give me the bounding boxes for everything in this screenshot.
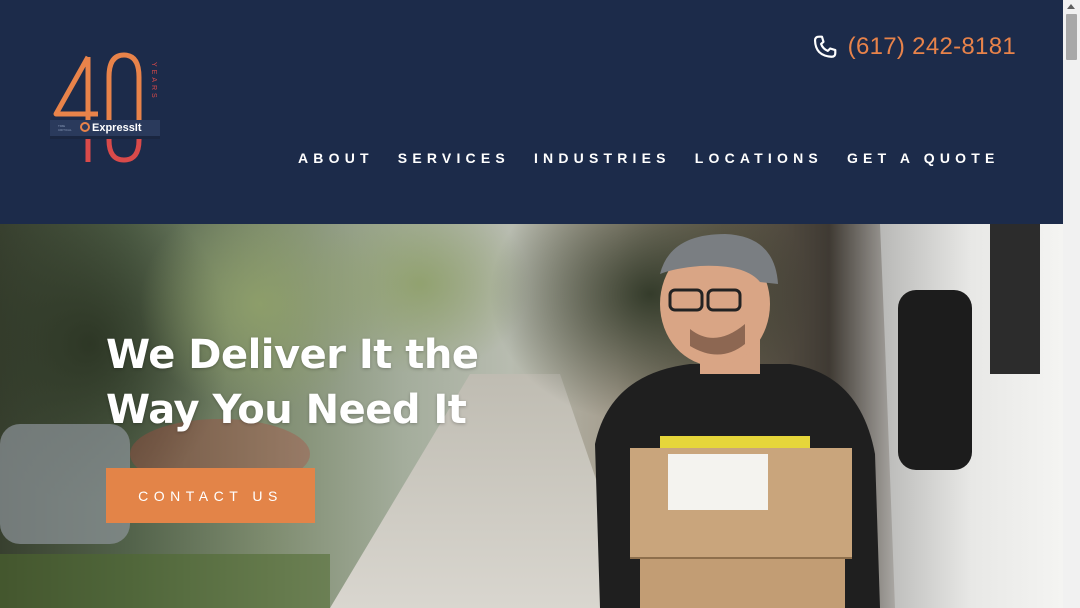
- logo-tagline-text: TIME CRITICAL DELIVERY: [58, 124, 73, 133]
- nav-item-get-a-quote[interactable]: GET A QUOTE: [847, 150, 1000, 166]
- logo-graphic: [50, 52, 160, 163]
- hero-section: We Deliver It the Way You Need It CONTAC…: [0, 224, 1063, 608]
- scroll-up-arrow-icon[interactable]: [1067, 4, 1075, 9]
- logo-brand-mark-icon: [80, 122, 90, 132]
- phone-icon: [813, 35, 837, 58]
- nav-item-industries[interactable]: INDUSTRIES: [534, 150, 671, 166]
- phone-number[interactable]: (617) 242-8181: [848, 33, 1016, 61]
- phone-contact[interactable]: (617) 242-8181: [812, 33, 1016, 61]
- nav-item-locations[interactable]: LOCATIONS: [695, 150, 823, 166]
- hero-headline: We Deliver It the Way You Need It: [106, 332, 479, 433]
- nav-item-services[interactable]: SERVICES: [398, 150, 510, 166]
- logo-years-text: YEARS: [150, 62, 157, 101]
- logo-brand-text: ExpressIt: [92, 122, 142, 134]
- page-scrollbar[interactable]: [1063, 0, 1080, 608]
- contact-us-button[interactable]: CONTACT US: [106, 468, 315, 523]
- nav-item-about[interactable]: ABOUT: [298, 150, 374, 166]
- expressit-40-years-logo[interactable]: YEARS TIME CRITICAL DELIVERY ExpressIt: [46, 52, 166, 167]
- main-navigation: ABOUT SERVICES INDUSTRIES LOCATIONS GET …: [298, 150, 1000, 166]
- site-header: YEARS TIME CRITICAL DELIVERY ExpressIt (…: [0, 0, 1063, 224]
- scrollbar-thumb[interactable]: [1066, 14, 1077, 60]
